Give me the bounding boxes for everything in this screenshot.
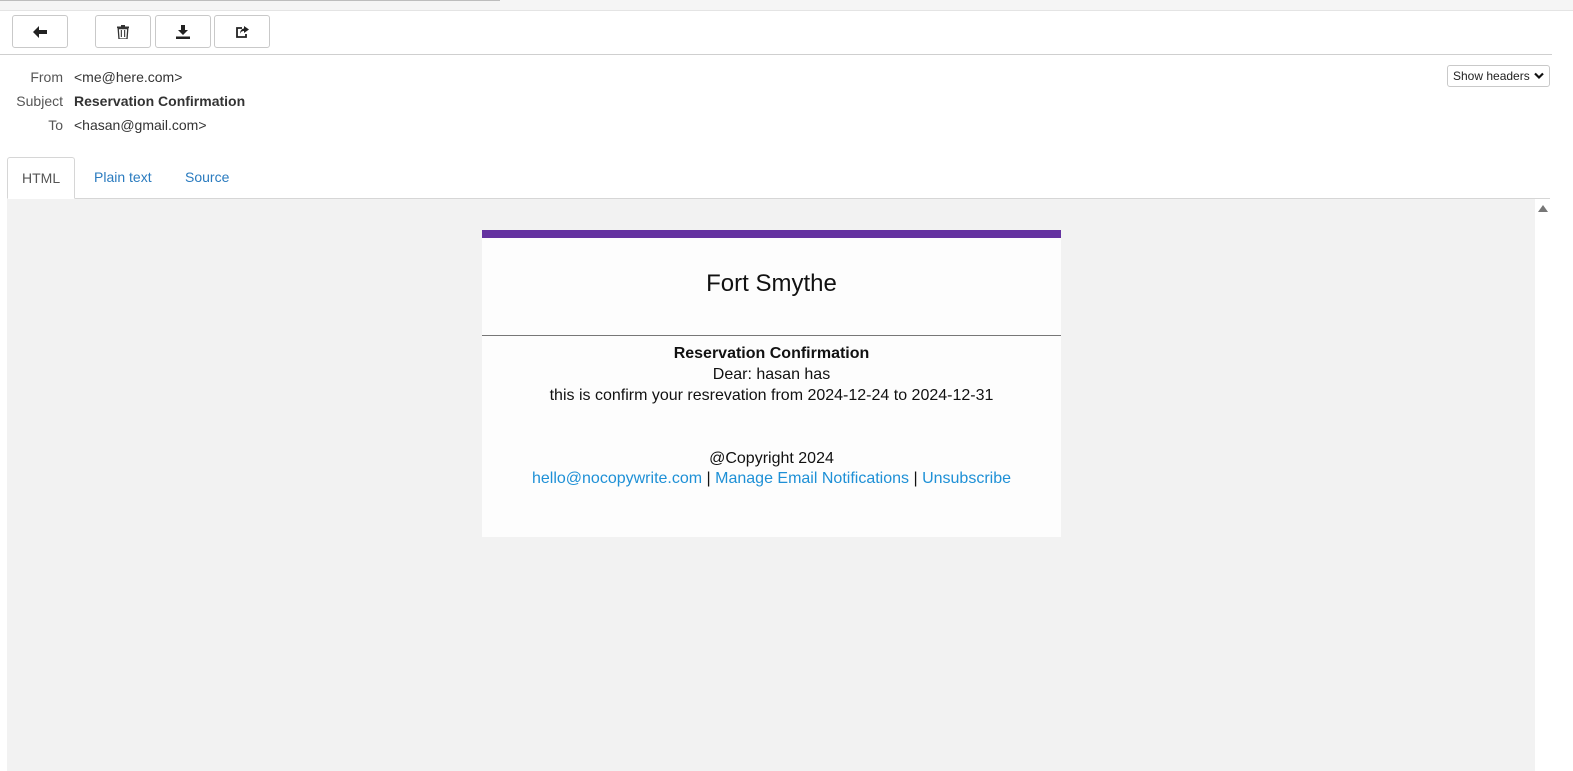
arrow-left-icon: [33, 25, 47, 38]
tab-html[interactable]: HTML: [7, 157, 76, 199]
email-brand: Fort Smythe: [706, 270, 837, 297]
top-strip: [0, 0, 1573, 11]
footer-separator: |: [706, 470, 711, 487]
forward-button[interactable]: [214, 15, 270, 48]
email-divider: [482, 335, 1061, 336]
subject-value: Reservation Confirmation: [74, 93, 246, 109]
from-label: From: [30, 69, 63, 85]
viewer-scrollbar[interactable]: [1535, 199, 1550, 771]
back-button[interactable]: [12, 15, 68, 48]
trash-icon: [117, 24, 129, 39]
download-button[interactable]: [155, 15, 211, 48]
show-headers-button[interactable]: Show headers: [1447, 65, 1550, 87]
unsubscribe-link[interactable]: Unsubscribe: [922, 470, 1011, 487]
subject-label: Subject: [16, 93, 63, 109]
manage-notifications-link[interactable]: Manage Email Notifications: [715, 470, 909, 487]
contact-email-link[interactable]: hello@nocopywrite.com: [532, 470, 702, 487]
scroll-up-icon[interactable]: [1538, 205, 1548, 212]
email-body-text: this is confirm your resrevation from 20…: [549, 387, 994, 404]
delete-button[interactable]: [95, 15, 151, 48]
chevron-down-icon: [1533, 69, 1544, 83]
email-copyright: @Copyright 2024: [709, 450, 834, 467]
email-heading: Reservation Confirmation: [673, 345, 870, 362]
loading-bar: [0, 0, 500, 1]
show-headers-label: Show headers: [1453, 69, 1530, 83]
download-icon: [176, 24, 190, 39]
email-body: Fort Smythe Reservation Confirmation Dea…: [482, 230, 1061, 537]
footer-separator: |: [913, 470, 918, 487]
from-value: <me@here.com>: [74, 69, 183, 85]
tab-source[interactable]: Source: [185, 157, 229, 198]
email-accent-bar: [482, 230, 1061, 238]
tab-plain-text[interactable]: Plain text: [94, 157, 152, 198]
share-icon: [235, 25, 250, 39]
view-tabs: HTML Plain text Source: [7, 157, 1550, 199]
email-greeting: Dear: hasan has: [712, 366, 831, 383]
email-footer-links: hello@nocopywrite.com | Manage Email Not…: [482, 470, 1061, 488]
to-label: To: [48, 117, 63, 133]
message-toolbar: [0, 11, 1552, 55]
to-value: <hasan@gmail.com>: [74, 117, 207, 133]
